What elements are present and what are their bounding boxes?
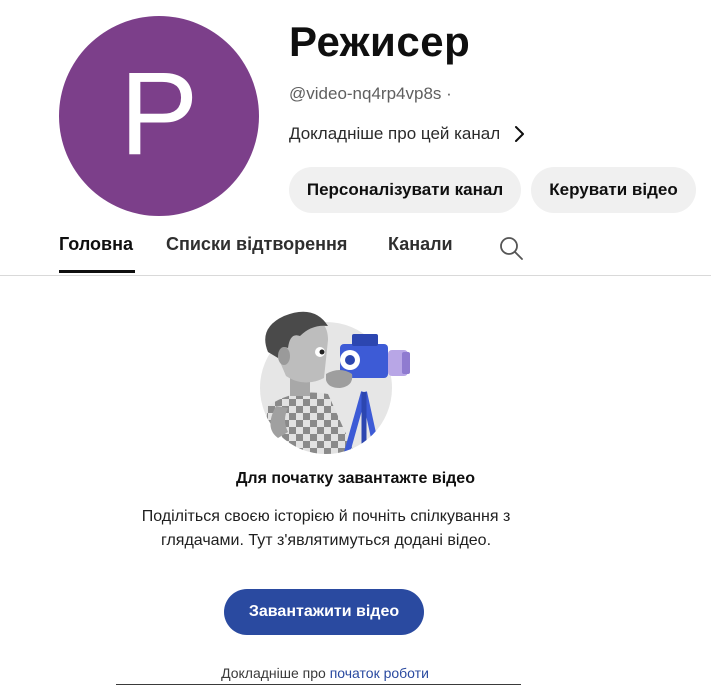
active-tab-indicator [59, 270, 135, 273]
avatar-letter: P [119, 48, 199, 180]
camera-operator-illustration [260, 311, 410, 454]
chevron-right-icon [515, 126, 525, 142]
about-channel-link[interactable]: Докладніше про цей канал [289, 121, 526, 147]
upload-video-button[interactable]: Завантажити відео [224, 589, 424, 635]
search-icon[interactable] [498, 235, 524, 261]
tab-channels[interactable]: Канали [388, 234, 453, 255]
tabs-divider [0, 275, 711, 276]
channel-tabs: Головна Списки відтворення Канали [0, 222, 711, 276]
tab-playlists[interactable]: Списки відтворення [166, 234, 347, 255]
getting-started-link[interactable]: початок роботи [330, 665, 429, 681]
customize-channel-button[interactable]: Персоналізувати канал [289, 167, 521, 213]
channel-name: Режисер [289, 18, 471, 65]
channel-avatar[interactable]: P [59, 16, 259, 216]
empty-state-title: Для початку завантажте відео [236, 470, 475, 487]
bottom-divider [116, 684, 521, 685]
learn-more-text: Докладніше про початок роботи [0, 665, 650, 681]
learn-more-prefix: Докладніше про [221, 665, 326, 681]
channel-handle: @video-nq4rp4vp8s · [289, 84, 452, 103]
tab-home[interactable]: Головна [59, 234, 133, 255]
empty-state-description: Поділіться своєю історією й почніть спіл… [141, 508, 511, 549]
about-channel-label: Докладніше про цей канал [289, 124, 501, 143]
manage-videos-button[interactable]: Керувати відео [531, 167, 696, 213]
